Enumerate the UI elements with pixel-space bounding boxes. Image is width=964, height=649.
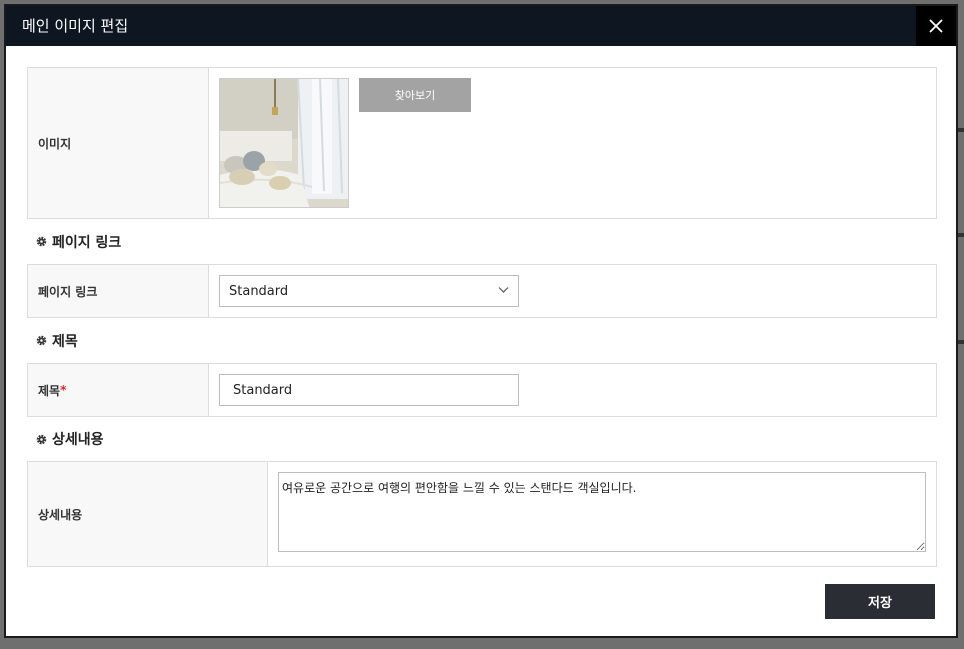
page-link-selected-value: Standard: [229, 283, 289, 299]
bedroom-image: [220, 79, 348, 207]
background-fragment: [958, 340, 964, 344]
section-title-title: 제목: [27, 318, 937, 363]
modal-title: 메인 이미지 편집: [22, 17, 129, 35]
detail-label: 상세내용: [28, 462, 268, 566]
gear-icon: [36, 236, 47, 247]
required-mark: *: [60, 383, 67, 397]
section-title-text: 제목: [52, 333, 78, 350]
edit-main-image-modal: 메인 이미지 편집 이미지 찾아보기 페이지 링크 페이지 링크 Standar…: [4, 4, 958, 638]
page-link-select[interactable]: Standard: [219, 275, 519, 307]
page-link-value-cell: Standard: [209, 265, 936, 317]
gear-icon: [36, 434, 47, 444]
browse-button[interactable]: 찾아보기: [359, 78, 471, 112]
section-title-detail: 상세내용: [27, 417, 937, 461]
title-input[interactable]: [219, 374, 519, 406]
image-thumbnail: [219, 78, 349, 208]
section-title-page-link: 페이지 링크: [27, 219, 937, 264]
page-link-label: 페이지 링크: [28, 265, 209, 317]
gear-icon: [36, 335, 47, 346]
detail-value-cell: 여유로운 공간으로 여행의 편안함을 느낄 수 있는 스탠다드 객실입니다.: [268, 462, 936, 566]
image-value-cell: 찾아보기: [209, 68, 936, 218]
title-value-cell: [209, 364, 936, 416]
image-label: 이미지: [28, 68, 209, 218]
detail-textarea[interactable]: 여유로운 공간으로 여행의 편안함을 느낄 수 있는 스탠다드 객실입니다.: [278, 472, 926, 552]
title-label: 제목 *: [28, 364, 209, 416]
close-icon: [929, 19, 943, 33]
page-link-row: 페이지 링크 Standard: [27, 264, 937, 318]
title-row: 제목 *: [27, 363, 937, 417]
image-row: 이미지 찾아보기: [27, 67, 937, 219]
title-label-text: 제목: [38, 383, 61, 398]
detail-row: 상세내용 여유로운 공간으로 여행의 편안함을 느낄 수 있는 스탠다드 객실입…: [27, 461, 937, 567]
background-fragment: [958, 128, 964, 132]
section-title-text: 페이지 링크: [52, 234, 122, 251]
modal-header: 메인 이미지 편집: [6, 6, 956, 46]
background-fragment: [958, 233, 964, 237]
close-button[interactable]: [916, 6, 956, 46]
modal-body: 이미지 찾아보기 페이지 링크 페이지 링크 Standard 제목 제목 * …: [27, 67, 937, 567]
section-title-text: 상세내용: [52, 432, 104, 448]
save-button[interactable]: 저장: [825, 584, 935, 619]
chevron-down-icon: [498, 287, 509, 293]
